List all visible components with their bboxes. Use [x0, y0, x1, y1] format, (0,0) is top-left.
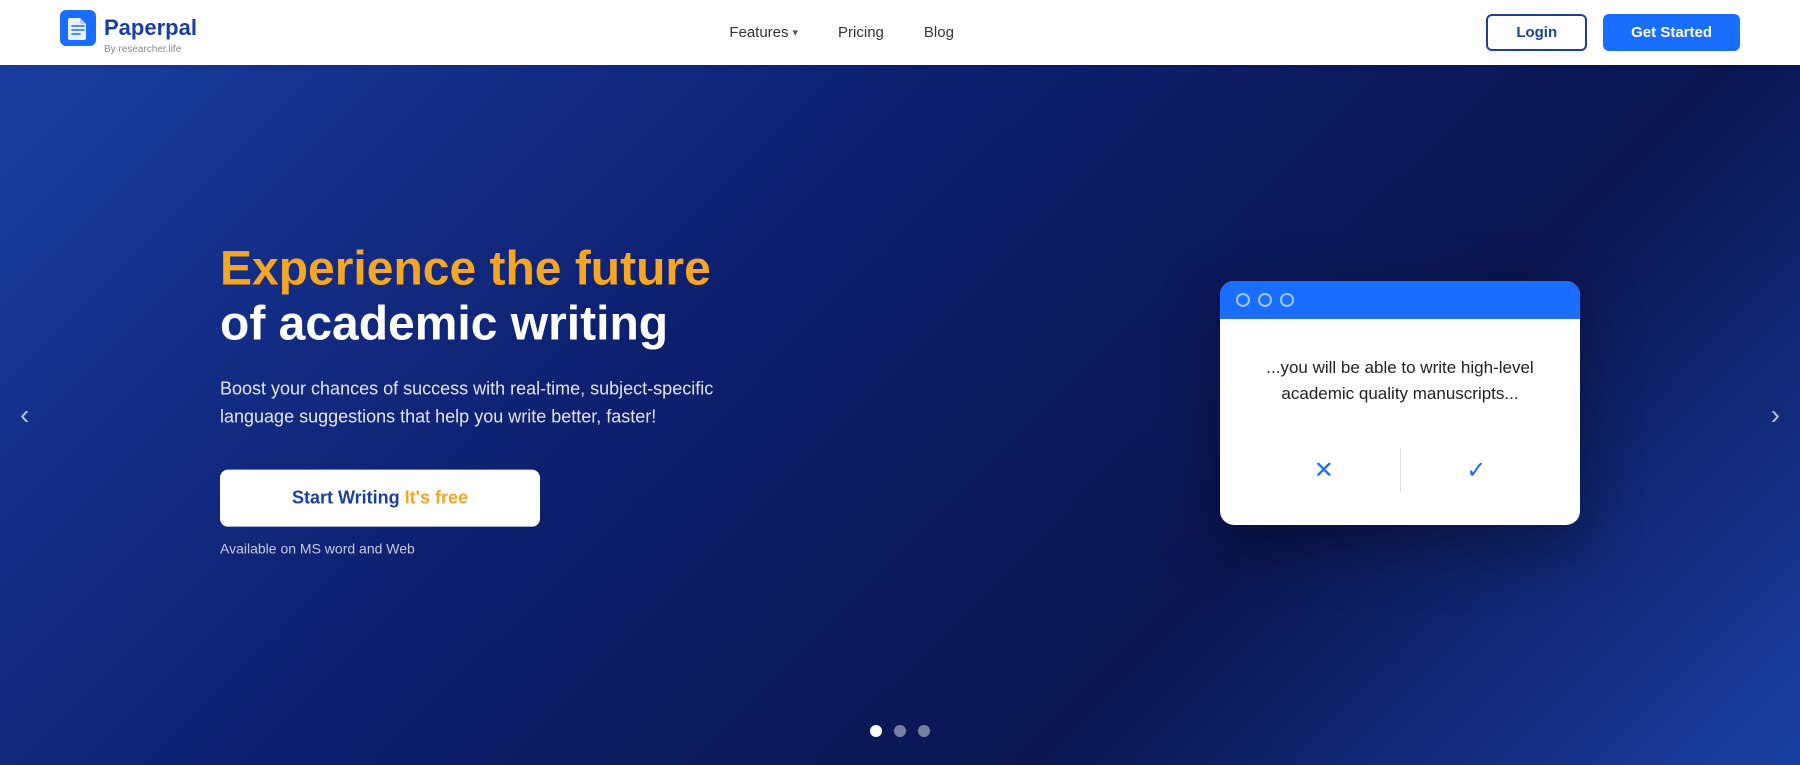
logo-main: Paperpal — [60, 10, 197, 46]
next-slide-button[interactable]: › — [1771, 399, 1780, 431]
headline-highlight: Experience the future — [220, 243, 711, 296]
nav-links: Features ▾ Pricing Blog — [729, 24, 954, 41]
headline-white: of academic writing — [220, 298, 668, 351]
reject-button[interactable]: ✕ — [1248, 444, 1400, 497]
slider-dot-1[interactable] — [870, 725, 882, 737]
card-titlebar — [1220, 281, 1580, 319]
slider-dots — [870, 725, 930, 737]
logo-area: Paperpal By researcher.life — [60, 10, 197, 55]
navbar: Paperpal By researcher.life Features ▾ P… — [0, 0, 1800, 65]
chevron-down-icon: ▾ — [793, 26, 799, 39]
available-text: Available on MS word and Web — [220, 541, 720, 557]
nav-actions: Login Get Started — [1486, 14, 1740, 51]
accept-button[interactable]: ✓ — [1401, 444, 1553, 497]
card-body: ...you will be able to write high-level … — [1220, 319, 1580, 525]
hero-content: ‹ Experience the future of academic writ… — [0, 65, 1800, 765]
hero-section: ‹ Experience the future of academic writ… — [0, 0, 1800, 765]
accept-icon: ✓ — [1466, 456, 1486, 485]
card-quote: ...you will be able to write high-level … — [1248, 355, 1552, 408]
nav-pricing[interactable]: Pricing — [838, 24, 884, 41]
logo-subtext: By researcher.life — [104, 44, 181, 55]
nav-features[interactable]: Features ▾ — [729, 24, 798, 41]
slider-dot-3[interactable] — [918, 725, 930, 737]
start-writing-button[interactable]: Start Writing It's free — [220, 470, 540, 527]
paperpal-logo-icon — [60, 10, 96, 46]
titlebar-dot-1 — [1236, 293, 1250, 307]
hero-subtext: Boost your chances of success with real-… — [220, 376, 720, 432]
cta-label-free-text: It's free — [405, 488, 468, 508]
preview-card: ...you will be able to write high-level … — [1220, 281, 1580, 525]
hero-headline: Experience the future of academic writin… — [220, 242, 720, 352]
slider-dot-2[interactable] — [894, 725, 906, 737]
logo-text: Paperpal — [104, 15, 197, 41]
cta-label-bold: Start Writing — [292, 488, 405, 508]
titlebar-dot-2 — [1258, 293, 1272, 307]
prev-slide-button[interactable]: ‹ — [20, 399, 29, 431]
reject-icon: ✕ — [1314, 456, 1334, 485]
hero-text-area: Experience the future of academic writin… — [220, 242, 720, 557]
nav-blog[interactable]: Blog — [924, 24, 954, 41]
titlebar-dot-3 — [1280, 293, 1294, 307]
login-button[interactable]: Login — [1486, 14, 1587, 51]
card-actions: ✕ ✓ — [1248, 444, 1552, 497]
get-started-button[interactable]: Get Started — [1603, 14, 1740, 51]
